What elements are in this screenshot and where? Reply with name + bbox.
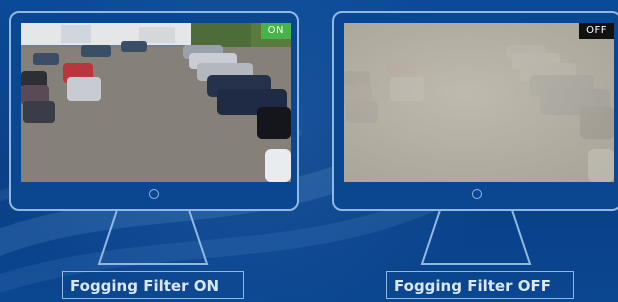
monitor-stand [97,209,209,265]
caption-filter-off: Fogging Filter OFF [386,271,574,299]
fog-overlay [344,23,614,182]
power-indicator [149,189,159,199]
camera-view-foggy: OFF [344,23,614,182]
camera-view-clear: ON [21,23,291,182]
comparison-graphic: ON OFF Fogging Filter ON Fogging Filter … [0,0,618,302]
monitor-stand [420,209,532,265]
parking-lot-scene [21,23,291,182]
monitor-filter-on: ON [9,11,299,265]
filter-off-badge: OFF [579,23,614,39]
power-indicator [472,189,482,199]
filter-on-badge: ON [260,23,291,39]
monitor-bezel: OFF [332,11,618,211]
monitor-filter-off: OFF [332,11,618,265]
caption-filter-on: Fogging Filter ON [62,271,244,299]
monitor-bezel: ON [9,11,299,211]
